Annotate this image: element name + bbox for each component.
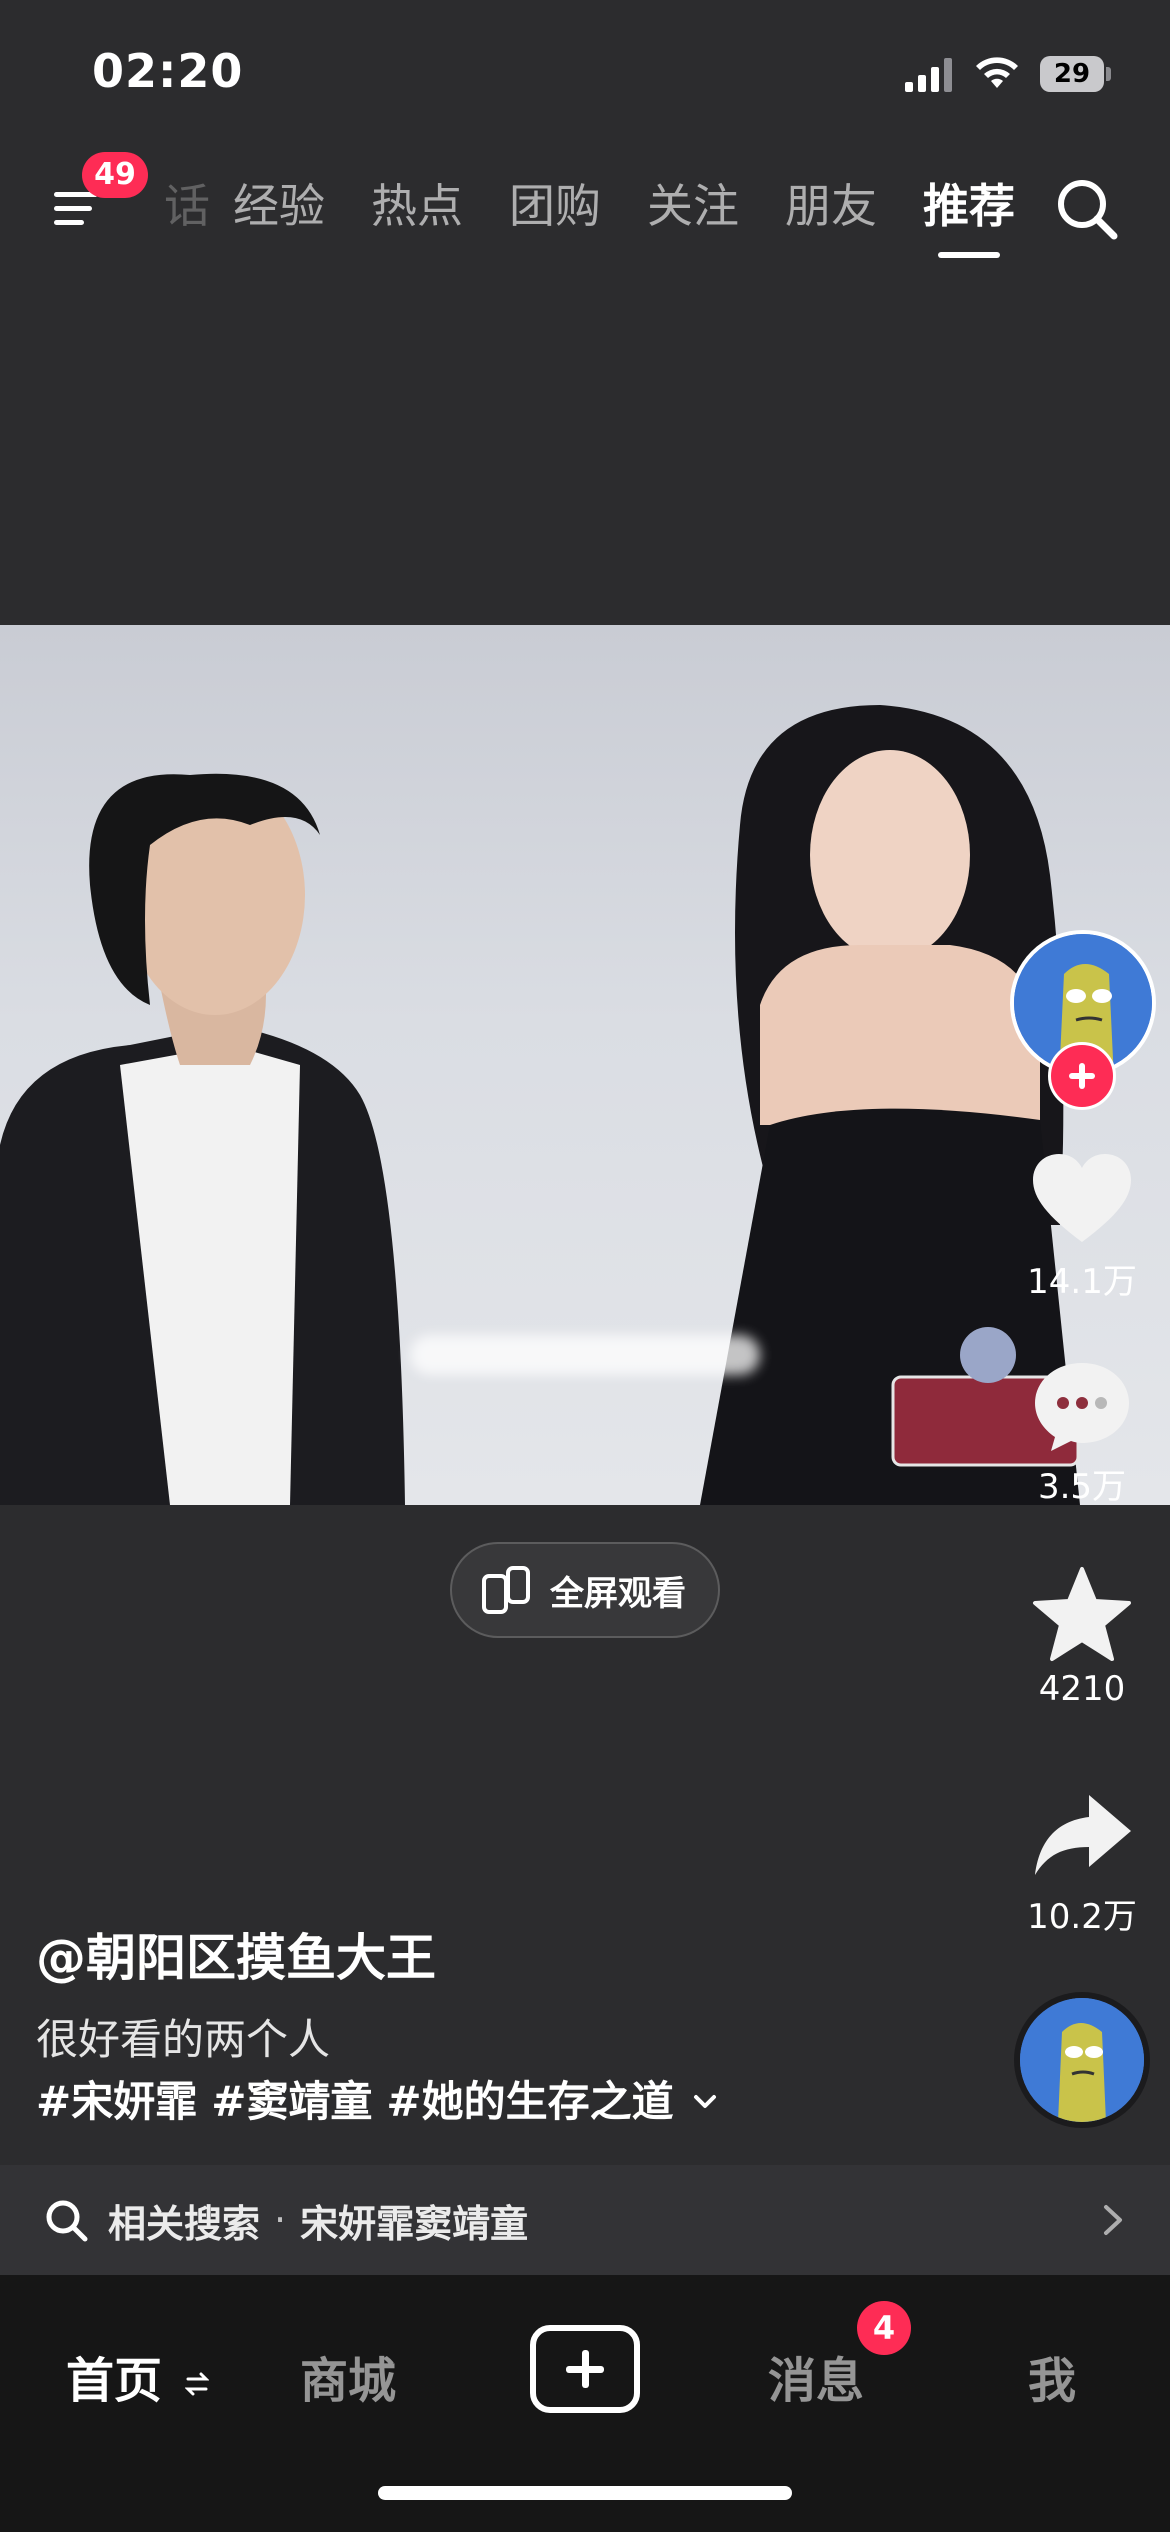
rotate-phone-icon <box>482 1566 530 1614</box>
tab-mall[interactable]: 商城 <box>300 2341 396 2411</box>
share-icon <box>1035 1795 1131 1875</box>
microphone-head <box>960 1327 1016 1383</box>
channel-tabs: 话 经验 热点 团购 关注 朋友 推荐 <box>140 170 1020 260</box>
search-icon <box>46 2200 88 2242</box>
caption-blur <box>410 1335 760 1375</box>
menu-badge: 49 <box>82 152 148 198</box>
hashtag[interactable]: #她的生存之道 <box>386 2068 673 2129</box>
home-indicator <box>378 2486 792 2500</box>
tab-experience[interactable]: 经验 <box>210 170 348 242</box>
search-icon[interactable] <box>1052 174 1122 244</box>
tab-trending[interactable]: 热点 <box>348 170 486 242</box>
share-count: 10.2万 <box>1027 1897 1137 1937</box>
author-name[interactable]: @朝阳区摸鱼大王 <box>36 1918 436 1990</box>
tab-messages[interactable]: 消息 <box>768 2341 864 2411</box>
fullscreen-label: 全屏观看 <box>550 1573 686 1614</box>
tab-me[interactable]: 我 <box>1028 2341 1076 2411</box>
related-search-label: 相关搜索 <box>108 2201 261 2246</box>
video-player[interactable] <box>0 625 1170 1505</box>
wifi-icon <box>976 57 1018 88</box>
person-right-shoulders <box>760 945 1040 1125</box>
related-search-separator: · <box>274 2198 287 2242</box>
battery-indicator: 29 <box>1040 56 1111 92</box>
hashtag-list: #宋妍霏 #窦靖童 #她的生存之道 <box>36 2068 720 2129</box>
fullscreen-button[interactable]: 全屏观看 <box>450 1542 720 1638</box>
music-disc[interactable] <box>1014 1992 1150 2128</box>
tab-group-buy[interactable]: 团购 <box>486 170 624 242</box>
favorite-count: 4210 <box>1038 1669 1126 1709</box>
like-count: 14.1万 <box>1027 1262 1137 1302</box>
comment-count: 3.5万 <box>1037 1467 1127 1507</box>
cellular-signal-icon <box>905 58 952 92</box>
share-button[interactable]: 10.2万 <box>1020 1785 1144 1938</box>
tab-home[interactable]: 首页 <box>66 2341 210 2411</box>
heart-icon <box>1033 1154 1131 1242</box>
person-right-face <box>810 750 970 960</box>
messages-badge: 4 <box>857 2301 911 2355</box>
chevron-down-icon[interactable] <box>690 2087 720 2117</box>
post-description: 很好看的两个人 <box>36 2015 331 2064</box>
related-search-query: 宋妍霏窦靖童 <box>300 2201 529 2246</box>
like-button[interactable]: 14.1万 <box>1020 1150 1144 1303</box>
related-search-bar[interactable]: 相关搜索 · 宋妍霏窦靖童 <box>0 2165 1170 2275</box>
plus-icon <box>1069 1063 1095 1089</box>
hashtag[interactable]: #宋妍霏 <box>36 2068 197 2129</box>
favorite-button[interactable]: 4210 <box>1020 1565 1144 1709</box>
tab-following[interactable]: 关注 <box>624 170 762 242</box>
star-icon <box>1033 1567 1131 1661</box>
chevron-right-icon <box>1104 2205 1122 2235</box>
hashtag[interactable]: #窦靖童 <box>211 2068 372 2129</box>
comment-icon <box>1035 1363 1129 1451</box>
status-time: 02:20 <box>92 44 244 98</box>
tab-friends[interactable]: 朋友 <box>762 170 900 242</box>
tab-partial[interactable]: 话 <box>140 170 210 242</box>
battery-level: 29 <box>1040 56 1104 92</box>
create-button[interactable] <box>530 2325 640 2413</box>
status-bar: 02:20 29 <box>0 0 1170 140</box>
switch-icon <box>184 2372 210 2396</box>
follow-button[interactable] <box>1048 1042 1116 1110</box>
top-nav: 49 话 经验 热点 团购 关注 朋友 推荐 <box>0 150 1170 270</box>
tab-home-label: 首页 <box>66 2353 163 2409</box>
comment-button[interactable]: 3.5万 <box>1020 1355 1144 1508</box>
tab-recommended[interactable]: 推荐 <box>900 170 1020 258</box>
battery-tip <box>1106 67 1111 81</box>
